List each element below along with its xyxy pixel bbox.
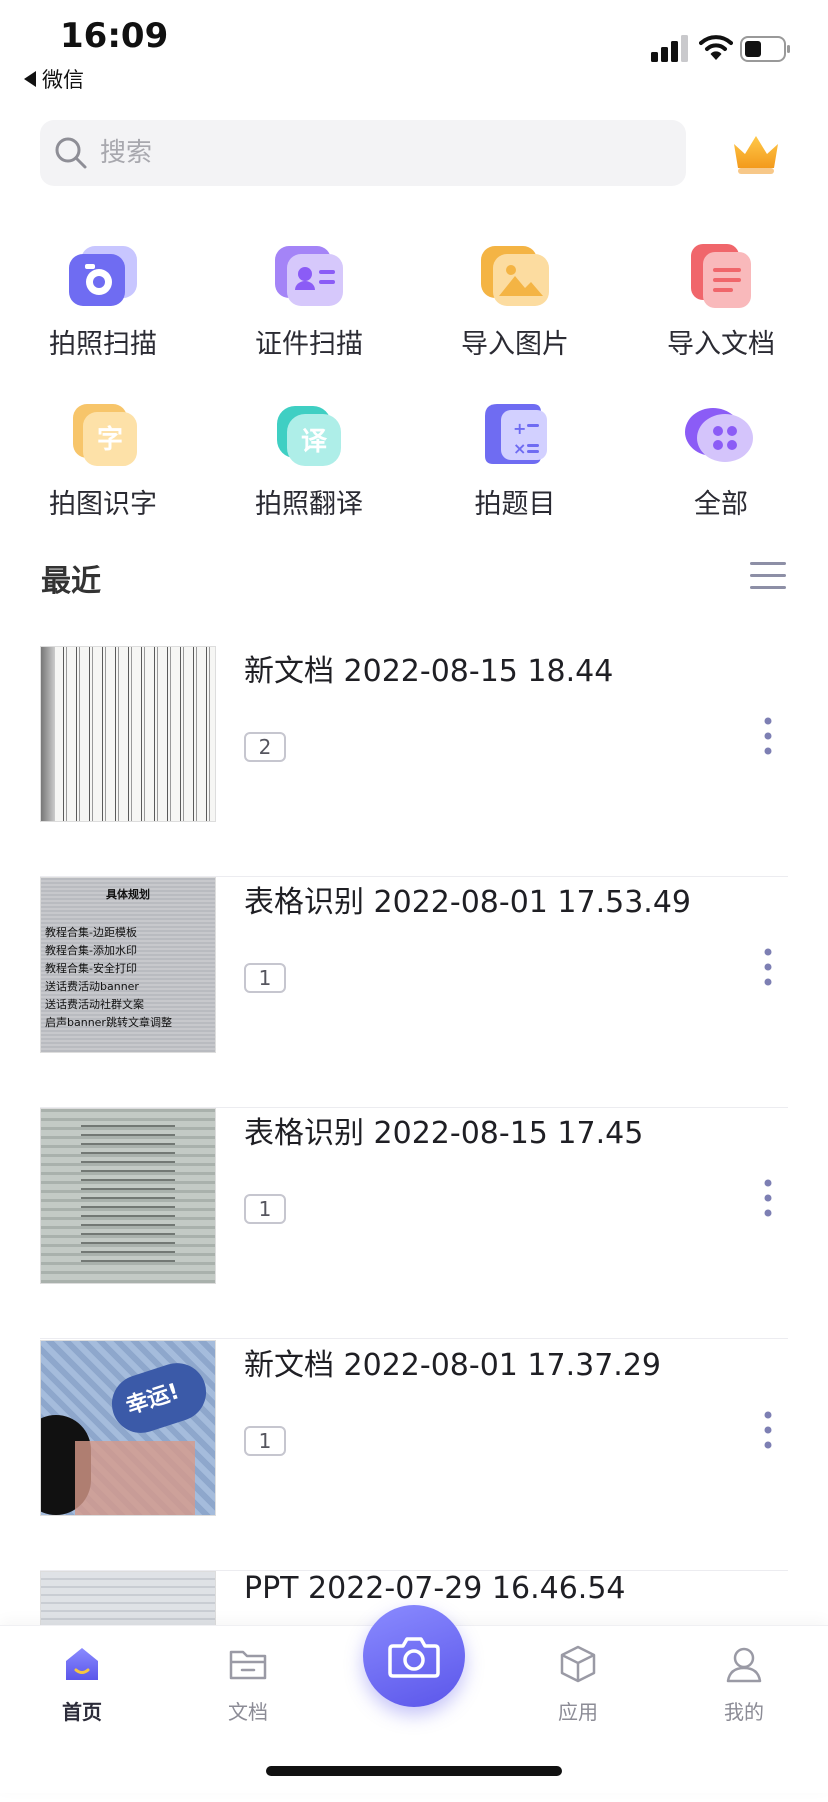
thumb-text-block: 教程合集-边距模板 教程合集-添加水印 教程合集-安全打印 送话费活动banne… [45, 924, 172, 1032]
feature-import-document[interactable]: 导入文档 [631, 240, 811, 380]
tab-label: 我的 [724, 1700, 764, 1724]
tab-profile[interactable]: 我的 [684, 1626, 804, 1736]
feature-import-image[interactable]: 导入图片 [425, 240, 605, 380]
camera-icon [388, 1637, 440, 1678]
feature-label: 全部 [694, 489, 748, 520]
glyph-text: 字 [97, 424, 123, 455]
feature-label: 拍照翻译 [255, 489, 363, 520]
document-import-icon [691, 244, 751, 308]
document-list-item[interactable]: 新文档 2022-08-15 18.44 2 [40, 646, 788, 877]
vip-crown-icon[interactable] [730, 130, 782, 176]
search-input[interactable] [98, 137, 642, 169]
svg-text:×: × [513, 439, 526, 458]
camera-scan-icon [69, 246, 137, 306]
document-thumbnail [40, 1108, 216, 1284]
folder-icon [229, 1650, 267, 1680]
id-card-icon [275, 246, 343, 306]
translate-icon: 译 [277, 406, 341, 466]
home-indicator [266, 1766, 562, 1776]
page-count-badge: 1 [244, 963, 286, 993]
document-list-item[interactable]: 表格识别 2022-08-15 17.45 1 [40, 1108, 788, 1339]
cube-icon [560, 1645, 596, 1683]
recent-section-title: 最近 [41, 564, 101, 599]
more-options-icon[interactable] [762, 947, 774, 987]
feature-photo-scan[interactable]: 拍照扫描 [13, 240, 193, 380]
feature-photo-translate[interactable]: 译 拍照翻译 [219, 400, 399, 540]
math-icon: + × [485, 404, 547, 464]
document-thumbnail [40, 646, 216, 822]
feature-text-recognition[interactable]: 字 拍图识字 [13, 400, 193, 540]
tab-apps[interactable]: 应用 [518, 1626, 638, 1736]
feature-photo-question[interactable]: + × 拍题目 [425, 400, 605, 540]
feature-label: 拍图识字 [49, 489, 157, 520]
all-apps-icon [685, 408, 753, 462]
back-triangle-icon [24, 71, 36, 87]
document-title: 新文档 2022-08-01 17.37.29 [244, 1348, 662, 1383]
wifi-icon [699, 35, 733, 60]
feature-label: 导入图片 [461, 329, 569, 360]
divider [40, 1338, 788, 1339]
feature-label: 拍照扫描 [49, 329, 157, 360]
document-list-item[interactable]: 具体规划 教程合集-边距模板 教程合集-添加水印 教程合集-安全打印 送话费活动… [40, 877, 788, 1108]
back-label: 微信 [42, 68, 84, 92]
text-recognition-icon: 字 [73, 404, 137, 466]
more-options-icon[interactable] [762, 1410, 774, 1450]
thumb-line: 送话费活动banner [45, 980, 139, 993]
thumb-line: 教程合集-安全打印 [45, 962, 137, 975]
page-count-badge: 1 [244, 1194, 286, 1224]
thumb-line: 教程合集-添加水印 [45, 944, 137, 957]
list-view-icon[interactable] [750, 560, 786, 592]
page-count-badge: 2 [244, 732, 286, 762]
status-bar: 16:09 微信 [0, 0, 828, 110]
battery-icon [740, 36, 790, 62]
feature-label: 证件扫描 [255, 329, 363, 360]
status-time: 16:09 [60, 16, 169, 56]
document-title: 新文档 2022-08-15 18.44 [244, 654, 614, 689]
search-bar[interactable] [40, 120, 686, 186]
search-icon [55, 137, 87, 169]
glyph-text: 译 [301, 427, 328, 457]
document-title: 表格识别 2022-08-01 17.53.49 [244, 885, 692, 920]
profile-icon [726, 1647, 762, 1683]
thumb-line: 启声banner跳转文章调整 [45, 1016, 172, 1029]
document-list-item[interactable]: 幸运! 新文档 2022-08-01 17.37.29 1 [40, 1340, 788, 1571]
document-title: 表格识别 2022-08-15 17.45 [244, 1116, 644, 1151]
feature-id-scan[interactable]: 证件扫描 [219, 240, 399, 380]
more-options-icon[interactable] [762, 1178, 774, 1218]
tab-label: 应用 [558, 1700, 598, 1724]
svg-text:+: + [513, 419, 526, 438]
feature-label: 拍题目 [474, 489, 556, 520]
tab-home[interactable]: 首页 [22, 1626, 142, 1736]
home-icon [66, 1648, 98, 1680]
tab-documents[interactable]: 文档 [188, 1626, 308, 1736]
thumb-line: 送话费活动社群文案 [45, 998, 144, 1011]
tab-label: 首页 [62, 1700, 102, 1724]
page-count-badge: 1 [244, 1426, 286, 1456]
thumb-text: 具体规划 [106, 888, 150, 901]
more-options-icon[interactable] [762, 716, 774, 756]
back-to-wechat-button[interactable]: 微信 [24, 64, 84, 94]
feature-label: 导入文档 [667, 329, 775, 360]
thumb-line: 教程合集-边距模板 [45, 926, 137, 939]
tab-label: 文档 [228, 1700, 268, 1724]
feature-all[interactable]: 全部 [631, 400, 811, 540]
signal-icon [651, 35, 688, 62]
document-thumbnail: 具体规划 教程合集-边距模板 教程合集-添加水印 教程合集-安全打印 送话费活动… [40, 877, 216, 1053]
camera-capture-button[interactable] [363, 1605, 465, 1707]
document-thumbnail: 幸运! [40, 1340, 216, 1516]
image-import-icon [481, 246, 549, 306]
document-title: PPT 2022-07-29 16.46.54 [244, 1571, 626, 1606]
